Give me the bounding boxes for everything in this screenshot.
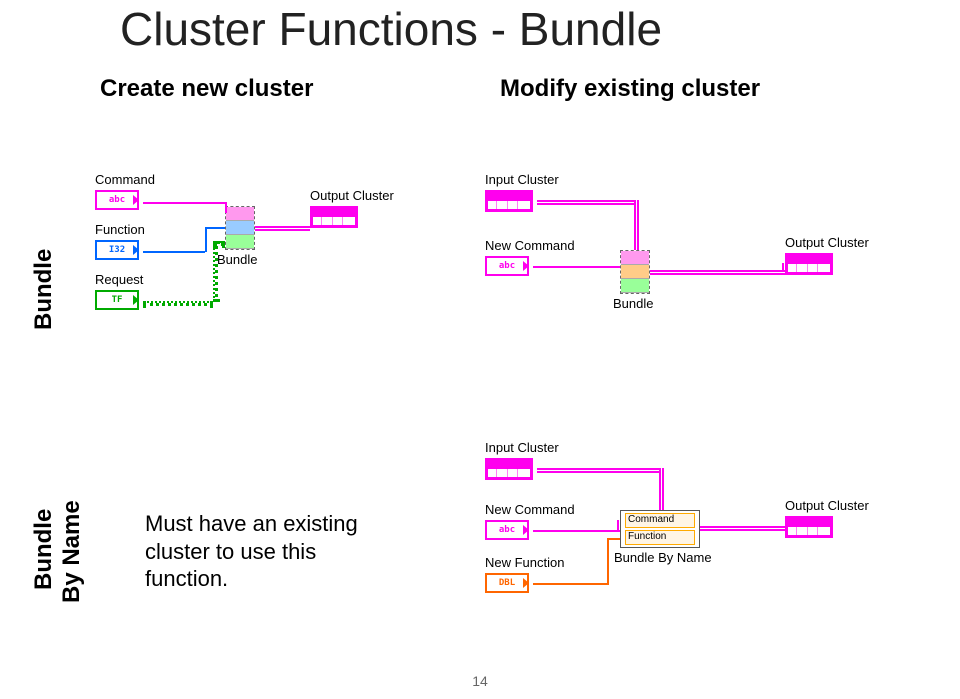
wire xyxy=(617,520,619,531)
terminal-function: I32 xyxy=(95,240,139,260)
label-new-command-1: New Command xyxy=(485,238,575,253)
wire xyxy=(700,526,785,531)
terminal-text: abc xyxy=(109,195,125,205)
wire xyxy=(607,538,620,540)
terminal-text: abc xyxy=(499,261,515,271)
label-bundle-2: Bundle xyxy=(613,296,653,311)
terminal-new-function-2: DBL xyxy=(485,573,529,593)
label-new-function-2: New Function xyxy=(485,555,564,570)
bundle-row-dbl xyxy=(621,265,649,279)
wire xyxy=(650,270,785,275)
bundle-node-create xyxy=(225,206,255,250)
label-output-cluster-2: Output Cluster xyxy=(785,235,869,250)
wire xyxy=(537,468,660,473)
wire xyxy=(634,200,639,250)
input-cluster-2 xyxy=(485,458,533,480)
terminal-text: DBL xyxy=(499,578,515,588)
wire xyxy=(607,538,609,585)
wire xyxy=(205,227,225,229)
subhead-modify: Modify existing cluster xyxy=(500,75,760,103)
wire xyxy=(533,266,620,268)
wire xyxy=(143,251,205,253)
page-number: 14 xyxy=(472,673,488,689)
side-label-byname-2: By Name xyxy=(58,500,86,603)
bundle-node-modify xyxy=(620,250,650,294)
input-cluster-1 xyxy=(485,190,533,212)
label-input-cluster-1: Input Cluster xyxy=(485,172,559,187)
wire xyxy=(659,468,664,510)
page-title: Cluster Functions - Bundle xyxy=(120,2,662,56)
bundle-row-abc xyxy=(621,251,649,265)
wire xyxy=(255,226,310,231)
wire xyxy=(533,583,608,585)
label-bundle-by-name: Bundle By Name xyxy=(614,550,712,565)
label-command: Command xyxy=(95,172,155,187)
label-bundle-1: Bundle xyxy=(217,252,257,267)
terminal-new-command-1: abc xyxy=(485,256,529,276)
subhead-create: Create new cluster xyxy=(100,75,313,103)
output-cluster-2 xyxy=(785,253,833,275)
terminal-text: abc xyxy=(499,525,515,535)
output-cluster-1 xyxy=(310,206,358,228)
side-label-bundle: Bundle xyxy=(30,249,58,330)
label-function: Function xyxy=(95,222,145,237)
wire xyxy=(143,301,213,306)
label-input-cluster-2: Input Cluster xyxy=(485,440,559,455)
bundle-row-abc xyxy=(226,207,254,221)
bundle-row-tf xyxy=(621,279,649,293)
label-output-cluster-1: Output Cluster xyxy=(310,188,394,203)
bundle-row-tf xyxy=(226,235,254,249)
wire xyxy=(213,241,218,302)
label-output-cluster-3: Output Cluster xyxy=(785,498,869,513)
terminal-text: TF xyxy=(112,295,123,305)
bundle-row-i32 xyxy=(226,221,254,235)
label-new-command-2: New Command xyxy=(485,502,575,517)
wire xyxy=(213,241,225,246)
bundle-by-name-node: Command Function xyxy=(620,510,700,548)
wire xyxy=(537,200,635,205)
wire xyxy=(533,530,620,532)
wire xyxy=(225,202,227,213)
bbn-row-command: Command xyxy=(625,513,695,528)
terminal-text: I32 xyxy=(109,245,125,255)
wire xyxy=(205,227,207,252)
side-label-byname-1: Bundle xyxy=(30,509,58,590)
bbn-row-function: Function xyxy=(625,530,695,545)
wire xyxy=(143,202,225,204)
terminal-new-command-2: abc xyxy=(485,520,529,540)
terminal-command: abc xyxy=(95,190,139,210)
label-request: Request xyxy=(95,272,143,287)
terminal-request: TF xyxy=(95,290,139,310)
diagram-area: Command abc Function I32 Request TF Bund… xyxy=(85,150,935,670)
output-cluster-3 xyxy=(785,516,833,538)
wire xyxy=(782,263,787,272)
